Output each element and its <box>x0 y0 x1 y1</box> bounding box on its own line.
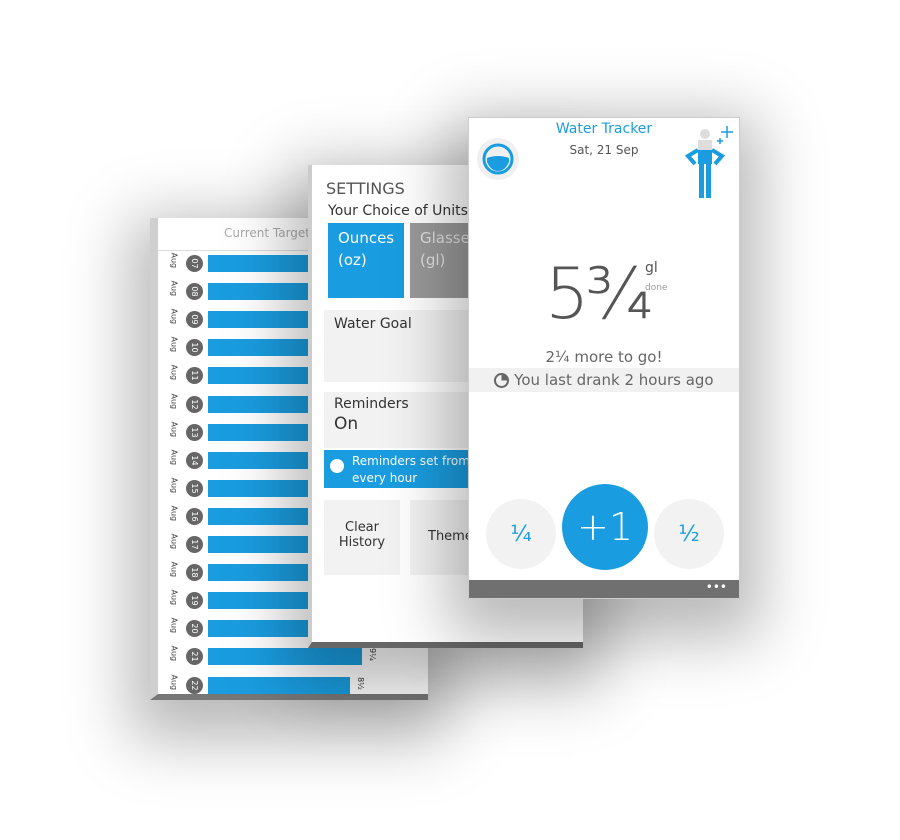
history-header: Current Target <box>223 226 310 240</box>
history-bar <box>208 255 313 272</box>
month-label: Aug <box>169 336 179 353</box>
clear-history-button[interactable]: Clear History <box>324 500 400 575</box>
history-bar <box>208 395 313 413</box>
history-bar <box>208 339 313 357</box>
month-label: Aug <box>169 449 179 465</box>
day-badge: 19 <box>186 592 203 610</box>
reminders-banner[interactable]: Reminders set from every hour <box>324 450 484 488</box>
history-bar <box>208 311 313 329</box>
banner-line-1: Reminders set from <box>352 454 470 468</box>
clock-icon <box>494 373 510 388</box>
day-badge: 20 <box>186 620 203 638</box>
water-goal-label: Water Goal <box>334 316 412 332</box>
month-label: Aug <box>169 589 179 606</box>
units-label: Your Choice of Units <box>328 203 468 219</box>
history-bar <box>208 507 313 525</box>
history-bar <box>208 479 313 497</box>
water-goal-tile[interactable]: Water Goal <box>324 310 484 382</box>
add-quarter-button[interactable]: ¼ <box>486 499 556 569</box>
day-badge: 18 <box>186 564 203 582</box>
day-badge: 22 <box>186 676 203 694</box>
more-options-button[interactable]: ••• <box>706 580 727 594</box>
done-label: done <box>645 283 668 293</box>
reminders-tile[interactable]: Reminders On <box>324 392 484 448</box>
day-badge: 09 <box>186 311 203 329</box>
amount-unit: gl <box>645 260 658 276</box>
month-label: Aug <box>169 280 179 297</box>
ounces-abbr: (oz) <box>338 251 367 269</box>
last-drank-bar: You last drank 2 hours ago <box>469 368 739 392</box>
history-bar <box>208 648 362 666</box>
history-bar <box>208 423 313 441</box>
month-label: Aug <box>169 505 179 522</box>
ounces-button[interactable]: Ounces (oz) <box>328 223 404 298</box>
day-badge: 08 <box>186 283 203 301</box>
day-badge: 17 <box>186 536 203 553</box>
history-bar <box>208 676 350 694</box>
day-badge: 15 <box>186 479 203 497</box>
month-label: Aug <box>169 393 179 409</box>
app-bar: ••• <box>469 580 739 598</box>
plus-one-label: +1 <box>576 505 634 549</box>
value-label: 9¼ <box>367 648 377 662</box>
add-half-button[interactable]: ½ <box>654 499 724 569</box>
day-badge: 10 <box>186 339 203 357</box>
day-badge: 13 <box>186 423 203 441</box>
day-badge: 14 <box>186 451 203 469</box>
settings-title: SETTINGS <box>326 179 405 198</box>
stopwatch-icon <box>330 459 344 473</box>
clear-label-2: History <box>338 535 386 550</box>
history-bar <box>208 451 313 469</box>
clear-label-1: Clear <box>345 520 379 535</box>
day-badge: 12 <box>186 395 203 413</box>
month-label: Aug <box>169 561 179 578</box>
day-badge: 07 <box>186 255 203 272</box>
month-label: Aug <box>169 252 179 269</box>
month-label: Aug <box>169 364 179 381</box>
banner-line-2: every hour <box>352 471 418 485</box>
history-bar <box>208 283 313 301</box>
history-bar <box>208 536 313 553</box>
amount-done: 5¾ <box>545 253 653 335</box>
reminders-label: Reminders <box>334 396 409 412</box>
history-bar <box>208 592 311 610</box>
day-badge: 21 <box>186 648 203 666</box>
value-label: 8½ <box>355 676 365 690</box>
reminders-state: On <box>334 414 359 434</box>
history-bar <box>208 564 313 582</box>
last-drank-text: You last drank 2 hours ago <box>514 371 714 389</box>
month-label: Aug <box>169 308 179 325</box>
quarter-label: ¼ <box>510 521 532 547</box>
remaining-text: 2¼ more to go! <box>545 348 663 366</box>
history-bar <box>208 367 313 385</box>
month-label: Aug <box>169 617 179 634</box>
history-bar <box>208 620 313 638</box>
month-label: Aug <box>169 421 179 437</box>
month-label: Aug <box>169 533 179 550</box>
day-badge: 11 <box>186 367 203 385</box>
day-badge: 16 <box>186 507 203 525</box>
month-label: Aug <box>169 645 179 662</box>
half-label: ½ <box>678 521 700 547</box>
month-label: Aug <box>169 477 179 493</box>
month-label: Aug <box>169 674 179 690</box>
ounces-label: Ounces <box>338 229 395 247</box>
main-panel: Water Tracker Sat, 21 Sep 5¾ gl done 2¼ … <box>468 117 740 599</box>
person-add-icon[interactable] <box>683 126 733 202</box>
add-one-button[interactable]: +1 <box>562 484 648 570</box>
